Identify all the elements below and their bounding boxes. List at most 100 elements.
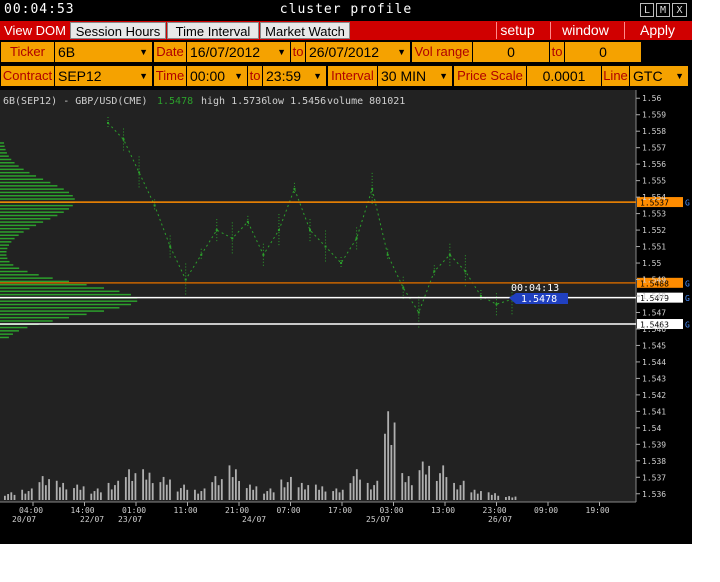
profile-bar [0,214,58,217]
g-marker: G [685,279,690,288]
time-tick-label: 11:00 [174,506,198,515]
profile-bar [0,280,69,283]
profile-bar [0,303,131,306]
volume-bar [480,491,482,500]
price-tick-label: 1.536 [642,490,666,499]
profile-bar [0,277,53,279]
price-tick-label: 1.56 [642,94,661,103]
dropdown-arrow-icon: ▼ [675,71,684,81]
volume-bar [228,465,231,500]
volume-bar [445,477,448,500]
time-label: Time [154,66,186,86]
volume-bar [269,488,272,500]
chart-symbol: 6B(SEP12) - GBP/USD(CME) [3,96,148,107]
volume-bar [231,477,234,500]
date-from-select[interactable]: 16/07/2012 ▼ [187,42,290,62]
apply-button[interactable]: Apply [624,22,690,39]
volume-bar [255,486,258,500]
profile-bar [0,162,15,164]
volume-bar [96,488,99,500]
volume-bar [453,482,455,500]
volume-bar [128,469,130,500]
time-tick-label: 01:00 [122,506,146,515]
volume-bar [318,489,320,500]
volume-bar [10,492,13,500]
ticker-value: 6B [58,44,76,60]
menu-bar: View DOM Session Hours Time Interval Mar… [0,21,692,40]
tab-market-watch[interactable]: Market Watch [260,22,350,39]
profile-bar [0,283,87,286]
volume-bar [355,469,358,500]
price-tick-label: 1.543 [642,374,666,383]
volume-bar [145,479,148,500]
volume-bar [93,491,96,500]
tab-view-dom[interactable]: View DOM [1,22,69,39]
ticker-select[interactable]: 6B ▼ [55,42,152,62]
volume-bar [401,473,404,500]
profile-bar [0,307,120,309]
volume-bar [263,493,265,500]
volume-bar [249,484,251,500]
volume-bar [428,465,431,500]
profile-bar [0,188,64,190]
profile-bar [0,185,58,187]
volume-bar [410,485,413,500]
profile-bar [0,221,44,223]
price-tick-label: 1.553 [642,210,666,219]
profile-bar [0,244,9,246]
close-all-button[interactable]: X [672,3,687,17]
title-bar: 00:04:53 cluster profile L M X [0,0,692,21]
vol-from-input[interactable]: 0 [473,42,549,62]
dropdown-arrow-icon: ▼ [397,47,406,57]
volume-bar [505,497,507,500]
window-button[interactable]: window [550,22,620,39]
volume-bar [217,485,220,500]
volume-bar [142,469,145,500]
volume-bar [7,494,9,500]
volume-bar [220,479,223,500]
time-tick-label: 07:00 [277,506,301,515]
profile-bar [0,171,30,174]
volume-bar [82,486,85,500]
volume-bar [272,492,275,500]
cluster-profile-chart[interactable]: 1.5537 G1.5488 G1.5479 G1.5463 G 1.561.5591.… [0,90,692,544]
chart-area[interactable]: 1.5537 G 1.5488 G 1.5479 G 1.5463 G 1.56 1.559 1.… [0,90,692,544]
tab-time-interval[interactable]: Time Interval [167,22,259,39]
vol-to-input[interactable]: 0 [565,42,641,62]
profile-bar [0,175,37,177]
time-from-select[interactable]: 00:00 ▼ [187,66,247,86]
minimize-button[interactable]: M [656,3,670,17]
price-tick-label: 1.541 [642,407,666,416]
volume-bar [62,482,65,500]
volume-bar [179,488,182,500]
volume-bar [300,482,303,500]
vol-to-label: to [550,42,564,62]
volume-bar [200,491,203,500]
volume-bar [418,470,421,500]
volume-bar [387,411,390,500]
volume-bar [338,492,341,500]
tab-session-hours[interactable]: Session Hours [70,22,166,39]
price-tick-label: 1.547 [642,308,666,317]
volume-bar [186,489,189,500]
dropdown-arrow-icon: ▼ [313,71,322,81]
profile-bar [0,264,14,266]
volume-bar [373,485,375,500]
setup-button[interactable]: setup [496,22,538,39]
interval-value: 30 MIN [381,68,427,84]
profile-bar [0,293,131,296]
profile-bar [0,300,138,302]
date-to-select[interactable]: 26/07/2012 ▼ [306,42,410,62]
price-point [417,311,420,314]
price-tick-label: 1.542 [642,391,666,400]
price-tick-label: 1.559 [642,111,666,120]
chart-low: low 1.5456 [266,96,326,107]
lock-button[interactable]: L [640,3,654,17]
time-to-select[interactable]: 23:59 ▼ [263,66,326,86]
profile-bar [0,333,13,335]
contract-select[interactable]: SEP12 ▼ [55,66,152,86]
price-scale-input[interactable]: 0.0001 [527,66,601,86]
line-select[interactable]: GTC ▼ [630,66,688,86]
interval-select[interactable]: 30 MIN ▼ [378,66,452,86]
volume-bar [290,476,292,500]
